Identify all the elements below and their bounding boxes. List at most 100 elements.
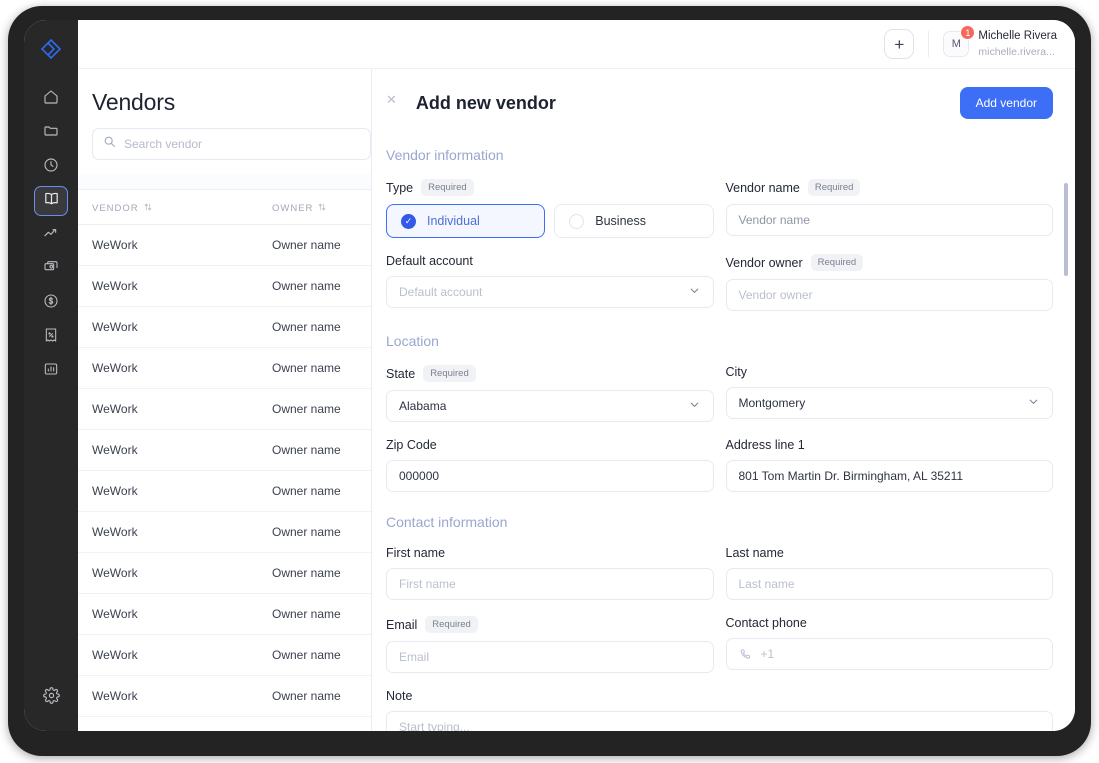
sidebar-item-folder[interactable]	[34, 118, 68, 148]
table-row[interactable]: WeWork Owner name	[78, 676, 371, 717]
first-name-input[interactable]: First name	[386, 568, 714, 600]
radio-business[interactable]: Business	[554, 204, 714, 238]
sort-arrows-icon	[143, 202, 153, 215]
field-contact-phone: Contact phone +1	[725, 616, 1054, 673]
label-vendor-owner: Vendor owner Required	[726, 254, 1054, 271]
bar-chart-icon	[43, 361, 59, 382]
sidebar-item-analytics[interactable]	[34, 220, 68, 250]
label-zip-code-text: Zip Code	[386, 438, 437, 452]
label-type-text: Type	[386, 180, 414, 195]
column-label-owner: OWNER	[272, 203, 314, 214]
field-address-line-1: Address line 1 801 Tom Martin Dr. Birmin…	[725, 438, 1053, 492]
city-select[interactable]: Montgomery	[725, 387, 1053, 419]
table-row[interactable]: WeWork Owner name	[78, 307, 371, 348]
cell-vendor: WeWork	[92, 320, 138, 334]
app-window: + M 1 Michelle Rivera michelle.rivera...	[24, 20, 1075, 731]
zip-code-input[interactable]: 000000	[386, 460, 714, 492]
field-last-name: Last name Last name	[725, 546, 1053, 600]
default-account-value: Default account	[399, 285, 483, 299]
contact-phone-input[interactable]: +1	[725, 638, 1053, 670]
cell-vendor: WeWork	[92, 689, 138, 703]
cell-owner: Owner name	[272, 525, 341, 539]
column-header-owner[interactable]: OWNER	[272, 202, 327, 215]
radio-circle-icon	[569, 213, 585, 229]
label-contact-phone: Contact phone	[726, 616, 1054, 630]
vendor-name-input[interactable]: Vendor name	[725, 204, 1053, 236]
sidebar	[24, 20, 78, 731]
brand-diamond-logo[interactable]	[34, 32, 68, 66]
email-input[interactable]: Email	[386, 641, 714, 673]
chevron-down-icon	[1027, 395, 1040, 411]
state-select[interactable]: Alabama	[386, 390, 714, 422]
cell-owner: Owner name	[272, 443, 341, 457]
column-header-vendor[interactable]: VENDOR	[92, 202, 272, 215]
city-value: Montgomery	[738, 396, 806, 410]
type-radio-group: ✓ Individual Business	[386, 204, 714, 238]
add-vendor-button[interactable]: Add vendor	[959, 87, 1053, 119]
table-row[interactable]: WeWork Owner name	[78, 512, 371, 553]
cards-icon	[43, 259, 59, 280]
label-note-text: Note	[386, 689, 413, 703]
table-row[interactable]: WeWork Owner name	[78, 389, 371, 430]
chevron-down-icon	[688, 398, 701, 414]
cell-owner: Owner name	[272, 279, 341, 293]
gear-icon	[42, 687, 60, 709]
table-row[interactable]: WeWork Owner name	[78, 553, 371, 594]
search-input[interactable]	[124, 137, 360, 151]
sidebar-item-taxes[interactable]	[34, 322, 68, 352]
cell-owner: Owner name	[272, 484, 341, 498]
label-first-name: First name	[386, 546, 714, 560]
sidebar-items	[34, 84, 68, 386]
user-email: michelle.rivera...	[978, 45, 1055, 58]
label-default-account: Default account	[386, 254, 714, 268]
sidebar-item-settings[interactable]	[34, 683, 68, 713]
vendors-list-panel: Vendors VENDOR	[78, 69, 372, 731]
label-email: Email Required	[386, 616, 714, 633]
section-vendor-information: Vendor information	[386, 147, 504, 163]
user-menu[interactable]: M 1 Michelle Rivera michelle.rivera...	[943, 25, 1057, 59]
table-row[interactable]: WeWork Owner name	[78, 266, 371, 307]
sidebar-item-payments[interactable]	[34, 254, 68, 284]
close-icon[interactable]: ✕	[386, 93, 397, 106]
cell-owner: Owner name	[272, 238, 341, 252]
cell-owner: Owner name	[272, 689, 341, 703]
sidebar-item-reports[interactable]	[34, 356, 68, 386]
sidebar-item-history[interactable]	[34, 152, 68, 182]
sidebar-item-home[interactable]	[34, 84, 68, 114]
topbar-divider	[928, 31, 930, 57]
field-type: Type Required ✓ Individual Business	[386, 179, 714, 238]
location-grid: State Required Alabama City Montgomery Z…	[386, 365, 1053, 508]
topbar: + M 1 Michelle Rivera michelle.rivera...	[78, 20, 1075, 68]
user-name: Michelle Rivera	[978, 30, 1057, 43]
cell-vendor: WeWork	[92, 566, 138, 580]
cell-vendor: WeWork	[92, 402, 138, 416]
required-badge: Required	[421, 179, 474, 196]
cell-vendor: WeWork	[92, 525, 138, 539]
form-scrollbar[interactable]	[1064, 183, 1068, 276]
dollar-circle-icon	[43, 293, 59, 314]
radio-individual-label: Individual	[427, 214, 480, 228]
default-account-select[interactable]: Default account	[386, 276, 714, 308]
last-name-input[interactable]: Last name	[725, 568, 1053, 600]
table-row[interactable]: WeWork Owner name	[78, 225, 371, 266]
address-line-1-input[interactable]: 801 Tom Martin Dr. Birmingham, AL 35211	[725, 460, 1053, 492]
note-input[interactable]: Start typing...	[386, 711, 1053, 731]
label-default-account-text: Default account	[386, 254, 473, 268]
radio-individual[interactable]: ✓ Individual	[386, 204, 546, 238]
vendor-owner-input[interactable]: Vendor owner	[725, 279, 1053, 311]
cell-owner: Owner name	[272, 566, 341, 580]
field-city: City Montgomery	[725, 365, 1053, 422]
label-note: Note	[386, 689, 1053, 703]
sidebar-item-vendors[interactable]	[34, 186, 68, 216]
table-row[interactable]: WeWork Owner name	[78, 348, 371, 389]
state-value: Alabama	[399, 399, 447, 413]
sidebar-item-billing[interactable]	[34, 288, 68, 318]
add-new-button[interactable]: +	[884, 29, 915, 59]
user-text: Michelle Rivera michelle.rivera...	[978, 29, 1057, 59]
table-row[interactable]: WeWork Owner name	[78, 471, 371, 512]
table-row[interactable]: WeWork Owner name	[78, 635, 371, 676]
phone-icon	[739, 648, 752, 661]
search-box[interactable]	[92, 128, 371, 160]
table-row[interactable]: WeWork Owner name	[78, 594, 371, 635]
table-row[interactable]: WeWork Owner name	[78, 430, 371, 471]
